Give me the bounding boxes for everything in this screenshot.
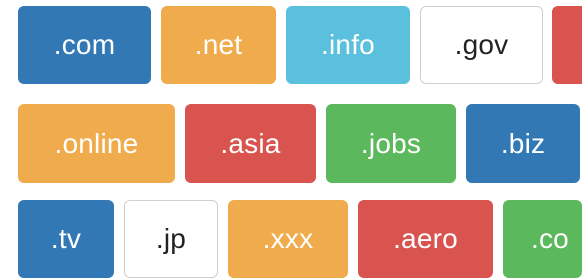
tag-jp[interactable]: .jp — [124, 200, 218, 278]
tag-xxx[interactable]: .xxx — [228, 200, 348, 278]
tag-jobs[interactable]: .jobs — [326, 104, 456, 183]
tag-gov[interactable]: .gov — [420, 6, 543, 84]
tag-com[interactable]: .com — [18, 6, 151, 84]
domain-tag-grid: .com .net .info .gov .online .asia .jobs… — [0, 0, 582, 278]
tag-net[interactable]: .net — [161, 6, 276, 84]
tag-tv[interactable]: .tv — [18, 200, 114, 278]
tag-aero[interactable]: .aero — [358, 200, 493, 278]
tag-online[interactable]: .online — [18, 104, 175, 183]
tag-biz[interactable]: .biz — [466, 104, 580, 183]
tag-info[interactable]: .info — [286, 6, 410, 84]
tag-co[interactable]: .co — [503, 200, 582, 278]
tag-asia[interactable]: .asia — [185, 104, 316, 183]
tag-partial-red[interactable] — [552, 6, 582, 84]
